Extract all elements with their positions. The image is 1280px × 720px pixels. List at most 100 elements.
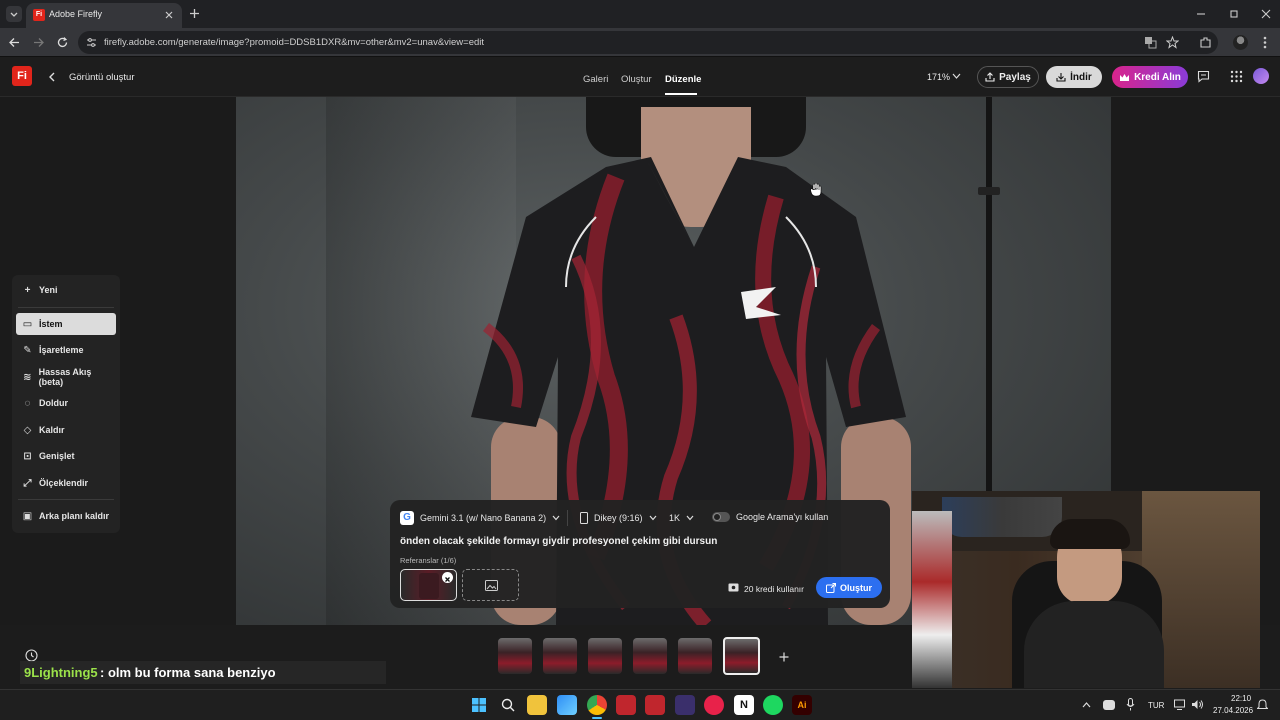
microphone-icon[interactable]: [1126, 698, 1135, 711]
apps-grid-icon[interactable]: [1230, 70, 1243, 83]
minimize-icon[interactable]: [1196, 9, 1206, 19]
tool-label: Genişlet: [39, 451, 75, 461]
google-logo-icon: G: [400, 511, 414, 525]
url-field[interactable]: firefly.adobe.com/generate/image?promoid…: [78, 31, 1218, 54]
nav-duzenle[interactable]: Düzenle: [665, 74, 701, 85]
generate-button[interactable]: Oluştur: [816, 577, 882, 598]
fill-icon: ◌: [24, 397, 31, 409]
bookmark-star-icon[interactable]: [1166, 36, 1179, 49]
notification-bell-icon[interactable]: [1257, 699, 1268, 711]
download-button[interactable]: İndir: [1046, 66, 1102, 88]
add-reference-button[interactable]: [462, 569, 519, 601]
network-icon[interactable]: [1174, 699, 1187, 710]
language-indicator[interactable]: TUR: [1148, 701, 1164, 710]
tool-arka-plani-kaldir[interactable]: ▣ Arka planı kaldır: [16, 505, 116, 527]
zoom-level[interactable]: 171%: [927, 72, 950, 82]
tool-doldur[interactable]: ◌ Doldur: [16, 392, 116, 414]
buy-credits-button[interactable]: Kredi Alın: [1112, 66, 1188, 88]
upscale-icon: ⤢: [23, 477, 32, 489]
expand-icon: ⊡: [23, 450, 32, 462]
illustrator-icon[interactable]: Ai: [792, 695, 812, 715]
browser-tab[interactable]: Fi Adobe Firefly: [26, 3, 182, 28]
notion-icon[interactable]: N: [734, 695, 754, 715]
chat-user: 9Lightning5: [24, 665, 98, 680]
chrome-icon[interactable]: [587, 695, 607, 715]
app-icon-red-1[interactable]: [616, 695, 636, 715]
download-icon: [1056, 73, 1066, 82]
remove-reference-button[interactable]: [442, 572, 453, 583]
portrait-icon: [580, 512, 588, 524]
tool-genislet[interactable]: ⊡ Genişlet: [16, 445, 116, 467]
firefly-logo[interactable]: Fi: [12, 66, 32, 86]
share-icon: [985, 72, 995, 82]
account-avatar[interactable]: [1253, 68, 1269, 84]
back-arrow-icon[interactable]: [8, 36, 21, 49]
google-search-toggle[interactable]: [712, 512, 730, 522]
windows-start-icon[interactable]: [469, 695, 489, 715]
extensions-icon[interactable]: [1199, 36, 1212, 49]
remove-background-icon: ▣: [22, 510, 33, 522]
app-icon-red-2[interactable]: [645, 695, 665, 715]
tool-olceklendir[interactable]: ⤢ Ölçeklendir: [16, 472, 116, 494]
history-thumbnail[interactable]: [633, 638, 667, 674]
browser-menu-icon[interactable]: [1262, 35, 1268, 50]
translate-icon[interactable]: [1144, 36, 1157, 49]
remove-icon: ◇: [23, 424, 32, 436]
reload-icon[interactable]: [56, 36, 69, 49]
tools-divider: [18, 307, 114, 308]
tab-search-button[interactable]: [6, 6, 22, 22]
history-thumbnail[interactable]: [543, 638, 577, 674]
forward-arrow-icon[interactable]: [32, 36, 45, 49]
nav-galeri[interactable]: Galeri: [583, 74, 608, 85]
discord-tray-icon[interactable]: [1103, 700, 1115, 710]
chevron-down-icon: [552, 515, 560, 521]
tool-label: Arka planı kaldır: [39, 511, 110, 521]
prompt-text[interactable]: önden olacak şekilde formayı giydir prof…: [400, 536, 717, 547]
google-search-label: Google Arama'yı kullan: [736, 512, 829, 522]
site-info-icon[interactable]: [86, 37, 97, 48]
prompt-panel: G Gemini 3.1 (w/ Nano Banana 2) Dikey (9…: [390, 500, 890, 608]
volume-icon[interactable]: [1191, 699, 1204, 710]
close-tab-icon[interactable]: [164, 10, 174, 20]
resolution-selector[interactable]: 1K: [669, 509, 694, 527]
back-chevron-icon[interactable]: [48, 72, 56, 82]
media-player-icon[interactable]: [704, 695, 724, 715]
webcam-overlay: [912, 491, 1260, 688]
new-button[interactable]: + Yeni: [16, 279, 116, 301]
tool-istem[interactable]: ▭ İstem: [16, 313, 116, 335]
zoom-dropdown-icon[interactable]: [952, 73, 961, 80]
history-thumbnail[interactable]: [588, 638, 622, 674]
nav-olustur[interactable]: Oluştur: [621, 74, 652, 85]
profile-avatar[interactable]: [1233, 35, 1248, 50]
history-thumbnail[interactable]: [498, 638, 532, 674]
generate-icon: [825, 582, 836, 593]
photos-app-icon[interactable]: [557, 695, 577, 715]
model-selector[interactable]: G Gemini 3.1 (w/ Nano Banana 2): [400, 509, 560, 527]
tray-chevron-icon[interactable]: [1082, 701, 1091, 708]
tool-label: İşaretleme: [39, 345, 84, 355]
share-button[interactable]: Paylaş: [977, 66, 1039, 88]
file-explorer-icon[interactable]: [527, 695, 547, 715]
hand-cursor-icon: [810, 183, 822, 197]
add-thumbnail-icon[interactable]: [779, 652, 789, 662]
spotify-icon[interactable]: [763, 695, 783, 715]
clock-time[interactable]: 22:10: [1231, 694, 1251, 703]
chevron-down-icon: [686, 515, 694, 521]
new-tab-icon[interactable]: [189, 8, 200, 19]
close-window-icon[interactable]: [1261, 9, 1271, 19]
clock-date[interactable]: 27.04.2026: [1213, 706, 1253, 715]
tool-kaldir[interactable]: ◇ Kaldır: [16, 419, 116, 441]
taskbar-search-icon[interactable]: [498, 695, 518, 715]
model-name: Gemini 3.1 (w/ Nano Banana 2): [420, 513, 547, 523]
aspect-selector[interactable]: Dikey (9:16): [580, 509, 657, 527]
tool-hassas-akis[interactable]: ≋ Hassas Akış (beta): [16, 366, 116, 388]
back-label[interactable]: Görüntü oluştur: [69, 72, 134, 83]
precision-flow-icon: ≋: [23, 371, 32, 383]
download-label: İndir: [1070, 71, 1092, 83]
app-icon-purple[interactable]: [675, 695, 695, 715]
history-thumbnail[interactable]: [678, 638, 712, 674]
tool-isaretleme[interactable]: ✎ İşaretleme: [16, 339, 116, 361]
history-thumbnail-selected[interactable]: [723, 637, 760, 675]
feedback-icon[interactable]: [1197, 70, 1210, 83]
restore-icon[interactable]: [1229, 9, 1239, 19]
